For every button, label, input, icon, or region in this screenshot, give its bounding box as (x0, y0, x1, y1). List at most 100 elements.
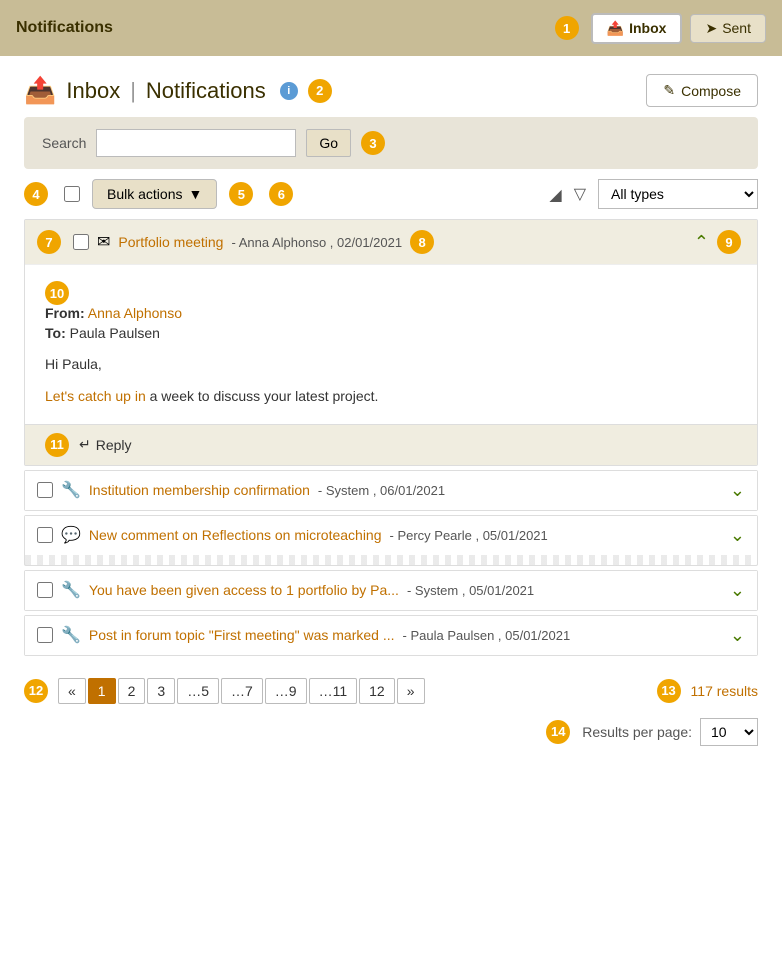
search-label: Search (42, 135, 86, 151)
filter-funnel-icon: ▽ (574, 184, 586, 204)
divider: | (130, 78, 136, 104)
badge-7: 7 (37, 230, 61, 254)
page-2-button[interactable]: 2 (118, 678, 146, 704)
toolbar: 4 Bulk actions ▼ 5 6 ◢ ▽ All types Messa… (0, 169, 782, 219)
results-per-page-select[interactable]: 10 25 50 100 (700, 718, 758, 746)
sent-icon: ➤ (705, 20, 717, 37)
top-bar: Notifications 1 📤 Inbox ➤ Sent (0, 0, 782, 56)
page-7-button[interactable]: …7 (221, 678, 263, 704)
notification-reply-bar: 11 ↵ Reply (25, 424, 757, 465)
badge-5: 5 (229, 182, 253, 206)
page-next-button[interactable]: » (397, 678, 425, 704)
notifications-word: Notifications (146, 78, 266, 104)
collapsed-notification-2: 💬 New comment on Reflections on microtea… (24, 515, 758, 566)
collapsed-row-2[interactable]: 💬 New comment on Reflections on microtea… (25, 516, 757, 555)
badge-6: 6 (269, 182, 293, 206)
notification-toggle-2[interactable]: ⌄ (730, 480, 745, 501)
from-value: Anna Alphonso (88, 305, 182, 321)
page-9-button[interactable]: …9 (265, 678, 307, 704)
reply-button[interactable]: ↵ Reply (79, 436, 132, 453)
top-bar-title: Notifications (16, 19, 113, 37)
message-greeting: Hi Paula, (45, 353, 737, 375)
to-value: Paula Paulsen (70, 325, 160, 341)
notification-checkbox-1[interactable] (73, 234, 89, 250)
compose-button[interactable]: ✎ Compose (646, 74, 758, 107)
page-prev-button[interactable]: « (58, 678, 86, 704)
envelope-icon: ✉ (97, 232, 110, 252)
filter-funnel-icon: ◢ (549, 187, 561, 204)
chevron-down-icon-3: ⌄ (730, 580, 745, 600)
collapsed-notification-3: 🔧 You have been given access to 1 portfo… (24, 570, 758, 611)
badge-1: 1 (555, 16, 579, 40)
chevron-down-icon-4: ⌄ (730, 625, 745, 645)
expanded-notification: 7 ✉ Portfolio meeting - Anna Alphonso , … (24, 219, 758, 466)
notification-title-link-5[interactable]: Post in forum topic "First meeting" was … (89, 627, 395, 643)
collapsed-row-3[interactable]: 🔧 You have been given access to 1 portfo… (25, 571, 757, 610)
badge-14: 14 (546, 720, 570, 744)
notification-meta-5: - Paula Paulsen , 05/01/2021 (403, 628, 571, 643)
inbox-word: Inbox (66, 78, 120, 104)
notification-meta-3: - Percy Pearle , 05/01/2021 (390, 528, 548, 543)
wrench-icon-2: 🔧 (61, 580, 81, 600)
notification-checkbox-3[interactable] (37, 527, 53, 543)
collapsed-row-1[interactable]: 🔧 Institution membership confirmation - … (25, 471, 757, 510)
collapsed-row-4[interactable]: 🔧 Post in forum topic "First meeting" wa… (25, 616, 757, 655)
results-per-page: 14 Results per page: 10 25 50 100 (0, 718, 782, 762)
search-area: Search Go 3 (24, 117, 758, 169)
badge-3: 3 (361, 131, 385, 155)
message-body: Let's catch up in a week to discuss your… (45, 385, 737, 407)
message-rest: a week to discuss your latest project. (146, 388, 379, 404)
chevron-down-icon-2: ⌄ (730, 525, 745, 545)
notification-checkbox-4[interactable] (37, 582, 53, 598)
inbox-nav-button[interactable]: 📤 Inbox (591, 13, 683, 44)
type-select[interactable]: All types Messages Notifications System (598, 179, 758, 209)
notification-body-1: 10 From: Anna Alphonso To: Paula Paulsen… (25, 264, 757, 424)
notification-meta-1: - Anna Alphonso , 02/01/2021 (231, 235, 402, 250)
notification-title-link-1[interactable]: Portfolio meeting (118, 234, 223, 250)
notification-meta-2: - System , 06/01/2021 (318, 483, 445, 498)
search-input[interactable] (96, 129, 296, 157)
badge-4: 4 (24, 182, 48, 206)
top-bar-nav: 1 📤 Inbox ➤ Sent (555, 13, 766, 44)
info-icon[interactable]: i (280, 82, 298, 100)
wavy-divider (25, 555, 757, 565)
page-12-button[interactable]: 12 (359, 678, 395, 704)
reply-icon: ↵ (79, 436, 91, 453)
notification-checkbox-2[interactable] (37, 482, 53, 498)
message-highlight: Let's catch up in (45, 388, 146, 404)
notification-toggle-5[interactable]: ⌄ (730, 625, 745, 646)
badge-11: 11 (45, 433, 69, 457)
compose-icon: ✎ (663, 82, 675, 99)
notification-toggle-1[interactable]: ⌃ (694, 232, 709, 253)
dropdown-arrow-icon: ▼ (188, 186, 202, 202)
collapsed-notification-4: 🔧 Post in forum topic "First meeting" wa… (24, 615, 758, 656)
notification-toggle-4[interactable]: ⌄ (730, 580, 745, 601)
page-11-button[interactable]: …11 (309, 678, 358, 704)
notification-list: 7 ✉ Portfolio meeting - Anna Alphonso , … (24, 219, 758, 656)
notification-title-link-3[interactable]: New comment on Reflections on microteach… (89, 527, 382, 543)
page-header-left: 📤 Inbox | Notifications i 2 (24, 75, 336, 106)
bulk-actions-button[interactable]: Bulk actions ▼ (92, 179, 217, 209)
notification-message: Hi Paula, Let's catch up in a week to di… (45, 353, 737, 408)
pagination: « 1 2 3 …5 …7 …9 …11 12 » (58, 678, 425, 704)
notification-checkbox-5[interactable] (37, 627, 53, 643)
notification-title-link-2[interactable]: Institution membership confirmation (89, 482, 310, 498)
notification-title-link-4[interactable]: You have been given access to 1 portfoli… (89, 582, 399, 598)
badge-12: 12 (24, 679, 48, 703)
badge-13: 13 (657, 679, 681, 703)
notification-to: To: Paula Paulsen (45, 325, 737, 341)
page-3-button[interactable]: 3 (147, 678, 175, 704)
page-1-button[interactable]: 1 (88, 678, 116, 704)
sent-nav-button[interactable]: ➤ Sent (690, 14, 766, 43)
notification-from: From: Anna Alphonso (45, 305, 737, 321)
badge-9: 9 (717, 230, 741, 254)
select-all-checkbox[interactable] (64, 186, 80, 202)
wrench-icon-3: 🔧 (61, 625, 81, 645)
filter-button[interactable]: ◢ (549, 184, 561, 205)
page-5-button[interactable]: …5 (177, 678, 219, 704)
go-button[interactable]: Go (306, 129, 351, 157)
page-header: 📤 Inbox | Notifications i 2 ✎ Compose (0, 56, 782, 117)
badge-8: 8 (410, 230, 434, 254)
notification-toggle-3[interactable]: ⌄ (730, 525, 745, 546)
results-count: 117 results (691, 683, 758, 699)
